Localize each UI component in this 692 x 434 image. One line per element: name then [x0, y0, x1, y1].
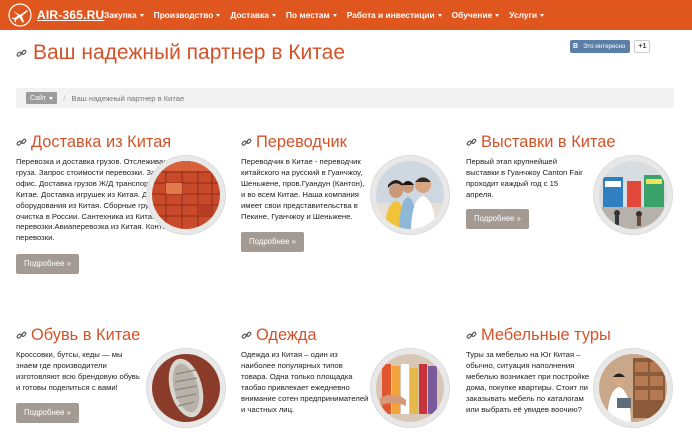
caret-down-icon [139, 13, 144, 17]
menu-label: Услуги [509, 10, 538, 20]
breadcrumb-site-label: Сайт [30, 94, 47, 102]
link-icon [241, 331, 252, 339]
card-title[interactable]: Выставки в Китае [481, 133, 615, 152]
link-icon [466, 331, 477, 339]
card-image-containers[interactable] [146, 155, 226, 235]
social-share: В Это интересно +1 [570, 40, 651, 53]
card-image-shoe[interactable] [146, 348, 226, 428]
page-title: Ваш надежный партнер в Китае [33, 41, 346, 64]
caret-down-icon [540, 13, 545, 17]
card-title-row: Одежда [241, 325, 451, 345]
furniture-image [599, 354, 667, 422]
page-heading: Ваш надежный партнер в Китае [16, 41, 345, 65]
exhibition-image [599, 161, 667, 229]
more-button[interactable]: Подробнее » [16, 402, 79, 423]
top-navbar: AIR-365.RU Закупка Производство Доставка… [0, 0, 692, 30]
menu-item-uslugi[interactable]: Услуги [509, 10, 545, 20]
menu-item-proizvodstvo[interactable]: Производство [154, 10, 221, 20]
card-image-people[interactable] [370, 155, 450, 235]
card-text: Переводчик в Китае - переводчик китайско… [241, 157, 365, 221]
card-title-row: Переводчик [241, 132, 451, 152]
card-image-clothes[interactable] [370, 348, 450, 428]
menu-item-obuchenie[interactable]: Обучение [452, 10, 500, 20]
breadcrumb-separator: / [63, 93, 66, 103]
caret-down-icon [271, 13, 276, 17]
breadcrumb: Сайт / Ваш надежный партнер в Китае [16, 88, 674, 108]
link-icon [241, 138, 252, 146]
people-image [376, 161, 444, 229]
more-button[interactable]: Подробнее » [16, 254, 79, 275]
menu-label: Работа и инвестиции [346, 10, 435, 20]
more-button[interactable]: Подробнее » [241, 232, 304, 253]
card-title-row: Выставки в Китае [466, 132, 676, 152]
card-title-row: Мебельные туры [466, 325, 676, 345]
card-title-row: Доставка из Китая [16, 132, 226, 152]
menu-label: Доставка [230, 10, 269, 20]
link-icon [16, 49, 27, 57]
card-title[interactable]: Одежда [256, 326, 317, 345]
main-menu: Закупка Производство Доставка По местам … [104, 0, 554, 30]
breadcrumb-current: Ваш надежный партнер в Китае [71, 93, 185, 103]
vk-icon: В [573, 43, 579, 50]
menu-item-rabota[interactable]: Работа и инвестиции [347, 10, 442, 20]
airplane-icon [8, 3, 32, 27]
google-plus-button[interactable]: +1 [634, 40, 651, 53]
card-image-exhibition[interactable] [593, 155, 673, 235]
site-logo[interactable]: AIR-365.RU [8, 3, 104, 27]
containers-image [152, 161, 220, 229]
breadcrumb-site-dropdown[interactable]: Сайт [26, 92, 58, 104]
card-title[interactable]: Доставка из Китая [31, 133, 171, 152]
clothes-image [376, 354, 444, 422]
menu-item-po-mestam[interactable]: По местам [286, 10, 337, 20]
menu-label: По местам [285, 10, 330, 20]
card-text: Первый этап крупнейшей выставки в Гуанчж… [466, 157, 583, 199]
vk-share-label: Это интересно [583, 43, 626, 50]
card-text: Туры за мебелью на Юг Китая – обычно, си… [466, 350, 590, 414]
menu-item-zakupka[interactable]: Закупка [104, 10, 144, 20]
link-icon [466, 138, 477, 146]
link-icon [16, 331, 27, 339]
more-button[interactable]: Подробнее » [466, 208, 529, 229]
caret-down-icon [216, 13, 221, 17]
caret-down-icon [437, 13, 442, 17]
vk-share-button[interactable]: В Это интересно [570, 40, 631, 53]
link-icon [16, 138, 27, 146]
menu-label: Производство [153, 10, 214, 20]
caret-down-icon [495, 13, 500, 17]
card-title[interactable]: Обувь в Китае [31, 326, 140, 345]
menu-label: Обучение [451, 10, 493, 20]
card-text: Кроссовки, бутсы, кеды — мы знаем где пр… [16, 350, 140, 392]
menu-label: Закупка [104, 10, 137, 20]
card-title[interactable]: Переводчик [256, 133, 347, 152]
menu-item-dostavka[interactable]: Доставка [230, 10, 276, 20]
caret-down-icon [332, 13, 337, 17]
card-text: Одежда из Китая – один из наиболее попул… [241, 350, 369, 414]
card-image-furniture[interactable] [593, 348, 673, 428]
shoe-image [152, 354, 220, 422]
caret-down-icon [49, 96, 54, 100]
card-title[interactable]: Мебельные туры [481, 326, 611, 345]
card-title-row: Обувь в Китае [16, 325, 226, 345]
site-name[interactable]: AIR-365.RU [37, 8, 104, 22]
